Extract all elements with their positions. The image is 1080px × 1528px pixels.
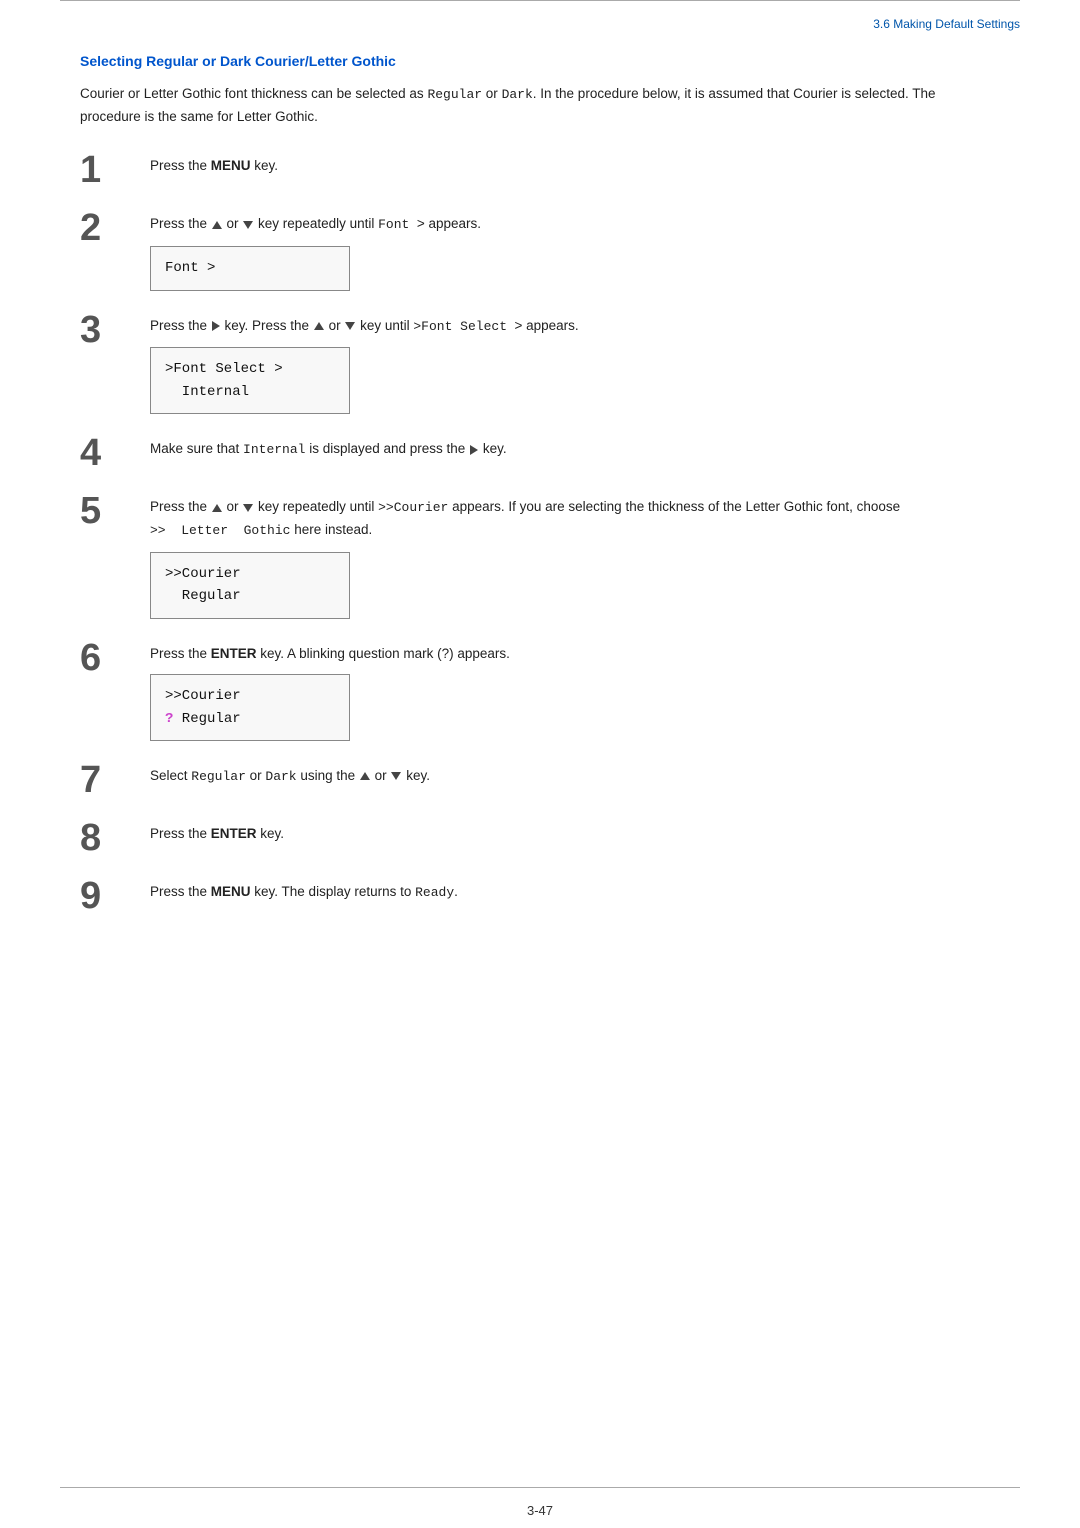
font-code: Font xyxy=(378,217,409,232)
menu-key-label: MENU xyxy=(211,158,251,173)
lcd-display-2: Font > xyxy=(150,246,350,290)
step-1: 1 Press the MENU key. xyxy=(80,149,1000,189)
step-2-text: Press the or key repeatedly until Font >… xyxy=(150,213,1000,236)
lcd-line-6-2: ? Regular xyxy=(165,708,335,730)
step-6-text: Press the ENTER key. A blinking question… xyxy=(150,643,1000,665)
header-line: 3.6 Making Default Settings xyxy=(0,9,1080,43)
section-header: 3.6 Making Default Settings xyxy=(873,17,1020,31)
font-select-code: >Font Select xyxy=(413,319,507,334)
step-4: 4 Make sure that Internal is displayed a… xyxy=(80,432,1000,472)
enter-key-label-8: ENTER xyxy=(211,826,257,841)
step-7-text: Select Regular or Dark using the or key. xyxy=(150,765,1000,788)
lcd-display-3: >Font Select > Internal xyxy=(150,347,350,414)
dark-code: Dark xyxy=(265,769,296,784)
step-7-number: 7 xyxy=(80,759,150,799)
ready-code: Ready xyxy=(415,885,454,900)
letter-gothic-code: >> Letter Gothic xyxy=(150,523,290,538)
step-6-number: 6 xyxy=(80,637,150,677)
lcd-line-1: Font > xyxy=(165,260,215,276)
step-1-content: Press the MENU key. xyxy=(150,149,1000,177)
lcd-display-6: >>Courier ? Regular xyxy=(150,674,350,741)
step-8-number: 8 xyxy=(80,817,150,857)
step-3-number: 3 xyxy=(80,309,150,349)
down-arrow-icon-5 xyxy=(243,504,253,512)
intro-text: Courier or Letter Gothic font thickness … xyxy=(80,83,1000,127)
right-arrow-icon xyxy=(212,321,220,331)
page-number: 3-47 xyxy=(0,1503,1080,1518)
step-4-content: Make sure that Internal is displayed and… xyxy=(150,432,1000,461)
step-9-content: Press the MENU key. The display returns … xyxy=(150,875,1000,904)
step-8: 8 Press the ENTER key. xyxy=(80,817,1000,857)
step-4-text: Make sure that Internal is displayed and… xyxy=(150,438,1000,461)
lcd-line-3-1: >Font Select > xyxy=(165,358,335,380)
lcd-line-5-1: >>Courier xyxy=(165,563,335,585)
step-2-content: Press the or key repeatedly until Font >… xyxy=(150,207,1000,290)
step-2: 2 Press the or key repeatedly until Font… xyxy=(80,207,1000,290)
down-arrow-icon-3 xyxy=(345,322,355,330)
step-3-content: Press the key. Press the or key until >F… xyxy=(150,309,1000,415)
step-5-text: Press the or key repeatedly until >>Cour… xyxy=(150,496,1000,542)
up-arrow-icon-7 xyxy=(360,772,370,780)
step-7: 7 Select Regular or Dark using the or ke… xyxy=(80,759,1000,799)
lcd-line-5-2: Regular xyxy=(165,585,335,607)
courier-code: >>Courier xyxy=(378,500,448,515)
bottom-rule xyxy=(60,1487,1020,1488)
down-arrow-icon xyxy=(243,221,253,229)
step-7-content: Select Regular or Dark using the or key. xyxy=(150,759,1000,788)
step-9: 9 Press the MENU key. The display return… xyxy=(80,875,1000,915)
up-arrow-icon xyxy=(212,221,222,229)
lcd-display-5: >>Courier Regular xyxy=(150,552,350,619)
step-2-number: 2 xyxy=(80,207,150,247)
step-5-number: 5 xyxy=(80,490,150,530)
step-4-number: 4 xyxy=(80,432,150,472)
content-area: Selecting Regular or Dark Courier/Letter… xyxy=(0,43,1080,993)
right-arrow-icon-4 xyxy=(470,445,478,455)
step-9-text: Press the MENU key. The display returns … xyxy=(150,881,1000,904)
lcd-line-3-2: Internal xyxy=(165,381,335,403)
up-arrow-icon-3 xyxy=(314,322,324,330)
step-5: 5 Press the or key repeatedly until >>Co… xyxy=(80,490,1000,618)
step-1-number: 1 xyxy=(80,149,150,189)
regular-code: Regular xyxy=(191,769,246,784)
section-title: Selecting Regular or Dark Courier/Letter… xyxy=(80,53,1000,69)
step-8-text: Press the ENTER key. xyxy=(150,823,1000,845)
step-6: 6 Press the ENTER key. A blinking questi… xyxy=(80,637,1000,741)
lcd-line-6-1: >>Courier xyxy=(165,685,335,707)
top-rule xyxy=(60,0,1020,9)
step-5-content: Press the or key repeatedly until >>Cour… xyxy=(150,490,1000,618)
step-6-content: Press the ENTER key. A blinking question… xyxy=(150,637,1000,741)
internal-code: Internal xyxy=(243,442,305,457)
code-regular: Regular xyxy=(427,87,482,102)
menu-key-label-9: MENU xyxy=(211,884,251,899)
step-3: 3 Press the key. Press the or key until … xyxy=(80,309,1000,415)
step-9-number: 9 xyxy=(80,875,150,915)
enter-key-label-6: ENTER xyxy=(211,646,257,661)
up-arrow-icon-5 xyxy=(212,504,222,512)
code-dark: Dark xyxy=(502,87,533,102)
step-1-text: Press the MENU key. xyxy=(150,155,1000,177)
step-8-content: Press the ENTER key. xyxy=(150,817,1000,845)
blink-indicator: ? xyxy=(165,711,173,727)
page-container: 3.6 Making Default Settings Selecting Re… xyxy=(0,0,1080,1528)
step-3-text: Press the key. Press the or key until >F… xyxy=(150,315,1000,338)
down-arrow-icon-7 xyxy=(391,772,401,780)
